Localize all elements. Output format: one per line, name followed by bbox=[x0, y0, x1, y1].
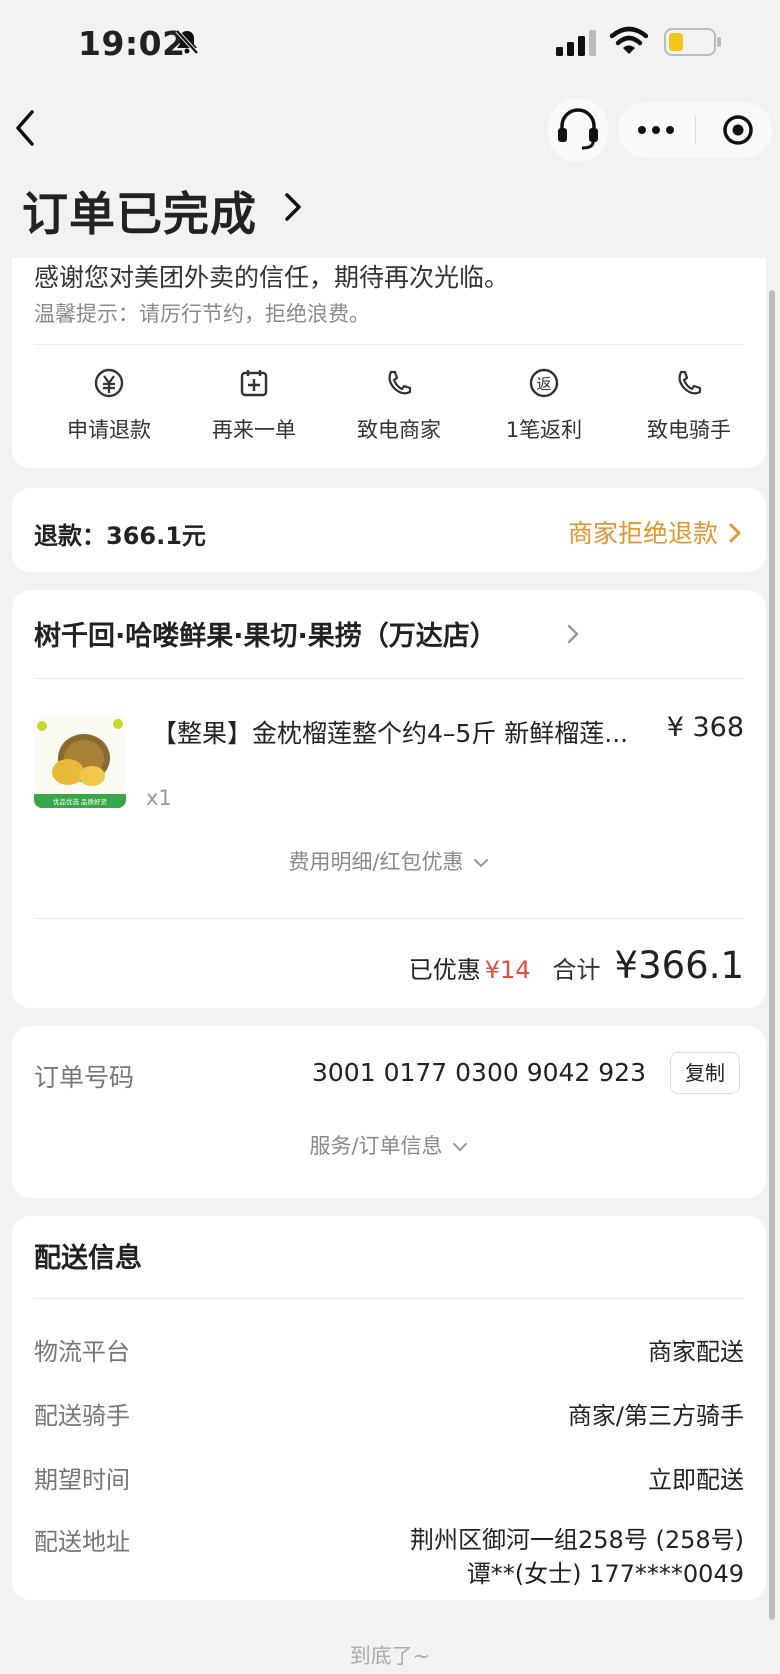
discount-label: 已优惠 bbox=[408, 956, 481, 984]
phone-icon bbox=[678, 370, 702, 395]
battery-icon bbox=[664, 28, 721, 56]
order-items-card: 树千回·哈喽鲜果·果切·果捞（万达店） 优品优选 品质好货 【整果】金枕榴莲整个… bbox=[12, 590, 766, 1008]
notice-card: 感谢您对美团外卖的信任，期待再次光临。 温馨提示：请厉行节约，拒绝浪费。 申请退… bbox=[12, 258, 766, 468]
wifi-icon bbox=[610, 26, 648, 54]
total-amount: ¥366.1 bbox=[614, 944, 744, 987]
divider bbox=[34, 918, 744, 919]
rebate-circle-icon: 返 bbox=[529, 368, 559, 398]
product-image[interactable]: 优品优选 品质好货 bbox=[34, 716, 126, 808]
service-info-toggle[interactable]: 服务/订单信息 bbox=[12, 1130, 766, 1160]
divider bbox=[34, 1298, 744, 1299]
end-of-list-text: 到底了~ bbox=[349, 1644, 431, 1668]
service-info-label: 服务/订单信息 bbox=[309, 1134, 443, 1158]
chevron-right-icon[interactable] bbox=[566, 623, 580, 645]
status-time: 19:02 bbox=[78, 24, 186, 63]
delivery-title: 配送信息 bbox=[34, 1243, 142, 1274]
scrollbar[interactable] bbox=[769, 290, 775, 1620]
refund-card[interactable]: 退款：366.1元 商家拒绝退款 bbox=[12, 488, 766, 572]
tip-text: 温馨提示：请厉行节约，拒绝浪费。 bbox=[34, 302, 370, 326]
fee-details-label: 费用明细/红包优惠 bbox=[288, 850, 464, 874]
order-number: 3001 0177 0300 9042 923 bbox=[312, 1058, 646, 1087]
order-summary: 已优惠 ¥14 合计 ¥366.1 bbox=[409, 944, 744, 987]
divider bbox=[34, 678, 744, 679]
delivery-address: 荆州区御河一组258号 (258号) bbox=[410, 1526, 744, 1554]
action-label: 申请退款 bbox=[67, 418, 151, 442]
delivery-key: 期望时间 bbox=[34, 1466, 130, 1494]
apply-refund-button[interactable]: 申请退款 bbox=[49, 366, 169, 444]
order-info-card: 订单号码 3001 0177 0300 9042 923 复制 服务/订单信息 bbox=[12, 1026, 766, 1198]
cellular-signal-icon bbox=[556, 30, 596, 56]
phone-icon bbox=[388, 370, 412, 395]
svg-text:返: 返 bbox=[536, 375, 551, 393]
delivery-key: 配送骑手 bbox=[34, 1402, 130, 1430]
delivery-contact: 谭**(女士) 177****0049 bbox=[466, 1560, 744, 1588]
product-name[interactable]: 【整果】金枕榴莲整个约4–5斤 新鲜榴莲... bbox=[152, 714, 652, 750]
product-price: ¥ 368 bbox=[666, 712, 744, 743]
image-caption: 优品优选 品质好货 bbox=[53, 797, 108, 806]
discount-amount: ¥14 bbox=[484, 956, 531, 984]
capsule-divider bbox=[695, 116, 696, 144]
chevron-right-icon[interactable] bbox=[282, 190, 304, 224]
page-title[interactable]: 订单已完成 bbox=[22, 178, 257, 244]
delivery-key: 物流平台 bbox=[34, 1338, 130, 1366]
calendar-plus-icon bbox=[240, 370, 268, 397]
total-label: 合计 bbox=[552, 956, 601, 984]
delivery-value: 立即配送 bbox=[648, 1466, 744, 1494]
refund-status[interactable]: 商家拒绝退款 bbox=[568, 514, 718, 550]
fee-details-toggle[interactable]: 费用明细/红包优惠 bbox=[12, 846, 766, 876]
thanks-text: 感谢您对美团外卖的信任，期待再次光临。 bbox=[34, 263, 510, 292]
more-dots-icon[interactable] bbox=[636, 118, 676, 142]
call-rider-button[interactable]: 致电骑手 bbox=[629, 366, 749, 444]
order-number-label: 订单号码 bbox=[34, 1063, 135, 1092]
rebate-button[interactable]: 返 1笔返利 bbox=[484, 366, 604, 444]
delivery-value: 商家配送 bbox=[648, 1338, 744, 1366]
status-bar: 19:02 bbox=[0, 0, 780, 90]
divider bbox=[34, 344, 744, 345]
action-label: 致电商家 bbox=[357, 418, 441, 442]
headset-icon bbox=[558, 108, 598, 150]
delivery-value: 商家/第三方骑手 bbox=[567, 1402, 744, 1430]
product-quantity: x1 bbox=[146, 786, 172, 810]
bell-muted-icon bbox=[175, 29, 199, 55]
capsule-menu bbox=[618, 102, 772, 158]
shop-name[interactable]: 树千回·哈喽鲜果·果切·果捞（万达店） bbox=[34, 614, 497, 653]
chevron-right-icon[interactable] bbox=[728, 522, 742, 544]
chevron-down-icon bbox=[452, 1143, 467, 1152]
close-target-icon[interactable] bbox=[722, 114, 754, 146]
reorder-button[interactable]: 再来一单 bbox=[194, 366, 314, 444]
mini-program-capsule bbox=[548, 98, 772, 162]
yen-circle-icon bbox=[94, 368, 124, 398]
refund-amount: 退款：366.1元 bbox=[34, 522, 206, 550]
chevron-down-icon bbox=[473, 859, 488, 868]
action-label: 再来一单 bbox=[212, 418, 296, 442]
copy-button[interactable]: 复制 bbox=[670, 1052, 740, 1094]
durian-image: 优品优选 品质好货 bbox=[34, 716, 126, 808]
action-label: 1笔返利 bbox=[505, 418, 583, 442]
call-merchant-button[interactable]: 致电商家 bbox=[339, 366, 459, 444]
customer-service-button[interactable] bbox=[548, 98, 608, 162]
action-label: 致电骑手 bbox=[647, 418, 731, 442]
delivery-info-card: 配送信息 物流平台 商家配送 配送骑手 商家/第三方骑手 期望时间 立即配送 配… bbox=[12, 1216, 766, 1600]
delivery-key: 配送地址 bbox=[34, 1528, 130, 1556]
back-arrow-icon[interactable] bbox=[8, 106, 44, 150]
